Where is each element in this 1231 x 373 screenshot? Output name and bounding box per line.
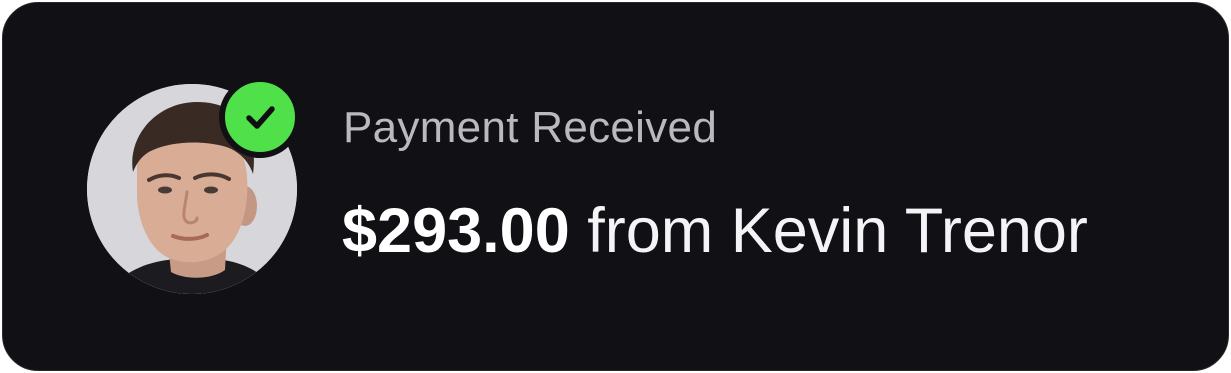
notification-message: $293.00 from Kevin Trenor <box>342 191 1088 271</box>
payment-amount: $293.00 <box>342 196 570 266</box>
payment-notification-card[interactable]: Payment Received $293.00 from Kevin Tren… <box>2 2 1229 371</box>
avatar-container <box>87 76 301 294</box>
checkmark-icon <box>246 106 275 129</box>
payment-sender: from Kevin Trenor <box>569 196 1088 266</box>
notification-title: Payment Received <box>343 103 718 152</box>
verified-badge <box>219 76 301 158</box>
